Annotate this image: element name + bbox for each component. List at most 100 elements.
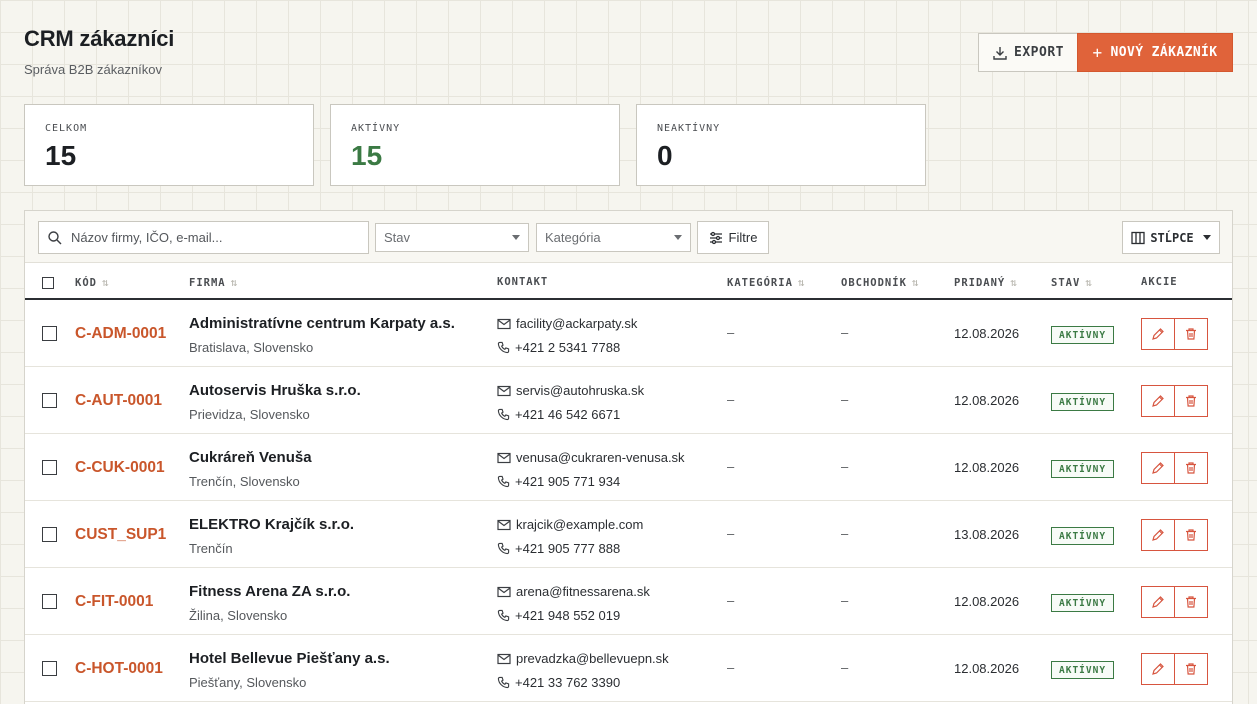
- contact-phone[interactable]: +421 2 5341 7788: [497, 340, 620, 355]
- sliders-icon: [709, 231, 722, 244]
- column-header-firm[interactable]: FIRMA ⇅: [189, 276, 238, 289]
- sort-icon: ⇅: [911, 276, 920, 289]
- delete-button[interactable]: [1174, 653, 1208, 685]
- row-checkbox[interactable]: [42, 527, 57, 542]
- stat-value: 0: [657, 140, 673, 171]
- dealer-value: –: [841, 526, 849, 541]
- export-button[interactable]: EXPORT: [978, 33, 1078, 72]
- mail-icon: [497, 385, 511, 396]
- stat-value: 15: [45, 140, 77, 171]
- search-icon: [48, 230, 62, 244]
- firm-name: Hotel Bellevue Piešťany a.s.: [189, 650, 390, 667]
- firm-location: Trenčín: [189, 541, 233, 556]
- row-checkbox[interactable]: [42, 661, 57, 676]
- status-select-value: Stav: [384, 230, 411, 245]
- delete-button[interactable]: [1174, 452, 1208, 484]
- table-row[interactable]: C-ADM-0001 Administratívne centrum Karpa…: [25, 300, 1232, 367]
- table-row[interactable]: C-AUT-0001 Autoservis Hruška s.r.o. Prie…: [25, 367, 1232, 434]
- delete-button[interactable]: [1174, 519, 1208, 551]
- added-date: 12.08.2026: [954, 326, 1020, 341]
- caret-down-icon: [512, 235, 520, 240]
- table-row[interactable]: C-HOT-0001 Hotel Bellevue Piešťany a.s. …: [25, 635, 1232, 702]
- column-header-category[interactable]: KATEGÓRIA ⇅: [727, 276, 806, 289]
- contact-email[interactable]: venusa@cukraren-venusa.sk: [497, 450, 685, 465]
- columns-label: STĹPCE: [1150, 230, 1194, 245]
- mail-icon: [497, 519, 511, 530]
- columns-button[interactable]: STĹPCE: [1122, 221, 1220, 254]
- table-row[interactable]: C-CUK-0001 Cukráreň Venuša Trenčín, Slov…: [25, 434, 1232, 501]
- edit-button[interactable]: [1141, 452, 1175, 484]
- added-date: 13.08.2026: [954, 527, 1020, 542]
- sort-icon: ⇅: [101, 276, 110, 289]
- status-select[interactable]: Stav: [375, 223, 529, 252]
- table-row[interactable]: CUST_SUP1 ELEKTRO Krajčík s.r.o. Trenčín…: [25, 501, 1232, 568]
- contact-phone[interactable]: +421 905 771 934: [497, 474, 620, 489]
- contact-phone[interactable]: +421 33 762 3390: [497, 675, 620, 690]
- firm-location: Prievidza, Slovensko: [189, 407, 310, 422]
- contact-phone[interactable]: +421 948 552 019: [497, 608, 620, 623]
- column-header-code[interactable]: KÓD ⇅: [75, 276, 110, 289]
- row-checkbox[interactable]: [42, 393, 57, 408]
- dealer-value: –: [841, 660, 849, 675]
- firm-name: Cukráreň Venuša: [189, 449, 312, 466]
- edit-button[interactable]: [1141, 385, 1175, 417]
- edit-button[interactable]: [1141, 519, 1175, 551]
- category-value: –: [727, 392, 735, 407]
- edit-button[interactable]: [1141, 586, 1175, 618]
- table-row[interactable]: C-FIT-0001 Fitness Arena ZA s.r.o. Žilin…: [25, 568, 1232, 635]
- contact-email[interactable]: servis@autohruska.sk: [497, 383, 644, 398]
- contact-email[interactable]: prevadzka@bellevuepn.sk: [497, 651, 669, 666]
- contact-email[interactable]: krajcik@example.com: [497, 517, 643, 532]
- search-box[interactable]: [38, 221, 369, 254]
- status-badge: AKTÍVNY: [1051, 594, 1115, 612]
- firm-location: Piešťany, Slovensko: [189, 675, 307, 690]
- dealer-value: –: [841, 392, 849, 407]
- added-date: 12.08.2026: [954, 594, 1020, 609]
- filters-label: Filtre: [728, 230, 758, 245]
- trash-icon: [1186, 395, 1196, 407]
- added-date: 12.08.2026: [954, 460, 1020, 475]
- select-all-checkbox[interactable]: [42, 277, 54, 289]
- contact-phone[interactable]: +421 905 777 888: [497, 541, 620, 556]
- sort-icon: ⇅: [1010, 276, 1018, 289]
- stat-card-inactive: NEAKTÍVNY 0: [636, 104, 926, 186]
- edit-button[interactable]: [1141, 653, 1175, 685]
- customer-code-link[interactable]: CUST_SUP1: [75, 526, 166, 544]
- customer-code-link[interactable]: C-AUT-0001: [75, 392, 162, 410]
- status-badge: AKTÍVNY: [1051, 460, 1115, 478]
- phone-icon: [497, 676, 510, 689]
- category-value: –: [727, 593, 735, 608]
- customer-code-link[interactable]: C-HOT-0001: [75, 660, 163, 678]
- row-checkbox[interactable]: [42, 326, 57, 341]
- category-value: –: [727, 325, 735, 340]
- customer-code-link[interactable]: C-ADM-0001: [75, 325, 166, 343]
- contact-phone[interactable]: +421 46 542 6671: [497, 407, 620, 422]
- delete-button[interactable]: [1174, 385, 1208, 417]
- column-header-added[interactable]: PRIDANÝ ⇅: [954, 276, 1018, 289]
- category-select[interactable]: Kategória: [536, 223, 691, 252]
- sort-icon: ⇅: [1085, 276, 1093, 289]
- filters-button[interactable]: Filtre: [697, 221, 769, 254]
- download-icon: [993, 46, 1007, 60]
- table-header: KÓD ⇅ FIRMA ⇅ KONTAKT KATEGÓRIA ⇅ OBCHODNÍK…: [25, 263, 1232, 300]
- phone-icon: [497, 341, 510, 354]
- edit-button[interactable]: [1141, 318, 1175, 350]
- row-checkbox[interactable]: [42, 460, 57, 475]
- firm-name: ELEKTRO Krajčík s.r.o.: [189, 516, 355, 533]
- row-checkbox[interactable]: [42, 594, 57, 609]
- mail-icon: [497, 318, 511, 329]
- pencil-icon: [1152, 663, 1164, 675]
- export-label: EXPORT: [1014, 45, 1064, 60]
- delete-button[interactable]: [1174, 586, 1208, 618]
- firm-name: Administratívne centrum Karpaty a.s.: [189, 315, 455, 332]
- delete-button[interactable]: [1174, 318, 1208, 350]
- search-input[interactable]: [71, 230, 351, 245]
- column-header-dealer[interactable]: OBCHODNÍK ⇅: [841, 276, 920, 289]
- contact-email[interactable]: facility@ackarpaty.sk: [497, 316, 637, 331]
- column-header-status[interactable]: STAV ⇅: [1051, 276, 1093, 289]
- customer-code-link[interactable]: C-FIT-0001: [75, 593, 153, 611]
- new-customer-button[interactable]: + NOVÝ ZÁKAZNÍK: [1077, 33, 1233, 72]
- customer-code-link[interactable]: C-CUK-0001: [75, 459, 165, 477]
- contact-email[interactable]: arena@fitnessarena.sk: [497, 584, 650, 599]
- status-badge: AKTÍVNY: [1051, 393, 1115, 411]
